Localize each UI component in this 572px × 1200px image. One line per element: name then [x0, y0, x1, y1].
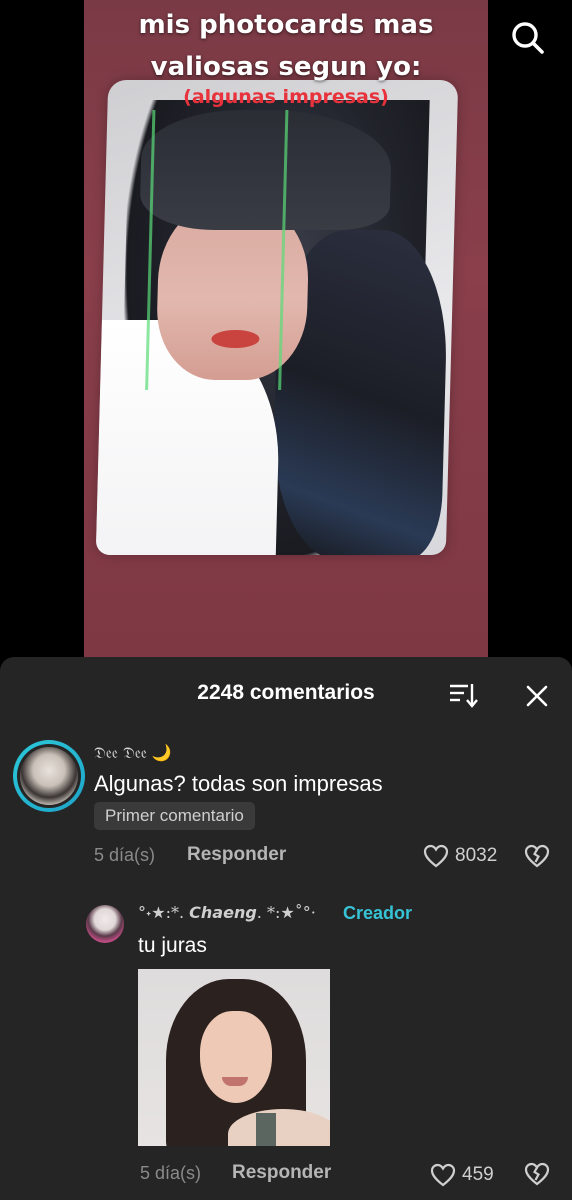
broken-heart-icon [524, 844, 550, 868]
broken-heart-icon [524, 1162, 550, 1186]
search-button[interactable] [506, 16, 550, 60]
avatar-image [20, 747, 78, 805]
photocard-bangs [139, 110, 393, 230]
close-button[interactable] [522, 681, 552, 711]
video-caption-line1: mis photocards mas [138, 10, 434, 40]
like-button[interactable]: 8032 [423, 844, 497, 868]
video-player[interactable]: mis photocards mas valiosas segun yo: (a… [0, 0, 572, 665]
creator-label: Creador [343, 903, 413, 923]
dislike-button[interactable] [523, 1161, 551, 1187]
avatar-chaeng[interactable] [86, 905, 124, 943]
avatar-dee-dee[interactable] [13, 740, 85, 812]
comments-count-title: 2248 comentarios [197, 681, 375, 704]
photo-strap [256, 1113, 276, 1146]
close-icon [526, 685, 548, 707]
sort-icon [450, 684, 478, 708]
video-subcaption: (algunas impresas) [183, 86, 389, 108]
first-comment-badge: Primer comentario [94, 802, 255, 830]
photocard-lips [211, 330, 260, 348]
reply-button[interactable]: Responder [187, 844, 286, 866]
comments-sheet: 2248 comentarios 𝔇𝔢𝔢 𝔇𝔢𝔢 🌙 Algunas? toda… [0, 657, 572, 1200]
heart-icon [430, 1163, 456, 1187]
video-caption-line2: valiosas segun yo: [150, 52, 422, 82]
sort-button[interactable] [448, 681, 480, 709]
comment-username[interactable]: 𝔇𝔢𝔢 𝔇𝔢𝔢 🌙 [94, 743, 172, 763]
avatar-ring-inner [17, 744, 81, 808]
search-icon [512, 22, 544, 54]
photo-face [200, 1011, 272, 1103]
heart-icon [423, 844, 449, 868]
reply-text: tu juras [138, 934, 207, 957]
reply-button[interactable]: Responder [232, 1162, 331, 1184]
photocard-image [95, 80, 459, 555]
reply-photo[interactable] [138, 969, 330, 1146]
reply-username[interactable]: °˖★:*. 𝘾𝙝𝙖𝙚𝙣𝙜. *:★˚°· [138, 903, 316, 922]
like-count: 8032 [455, 845, 498, 866]
like-button[interactable]: 459 [430, 1163, 494, 1187]
reply-timestamp: 5 día(s) [140, 1163, 202, 1183]
dislike-button[interactable] [523, 843, 551, 869]
comment-timestamp: 5 día(s) [94, 845, 156, 865]
comment-text: Algunas? todas son impresas [94, 771, 383, 796]
like-count: 459 [462, 1164, 494, 1185]
